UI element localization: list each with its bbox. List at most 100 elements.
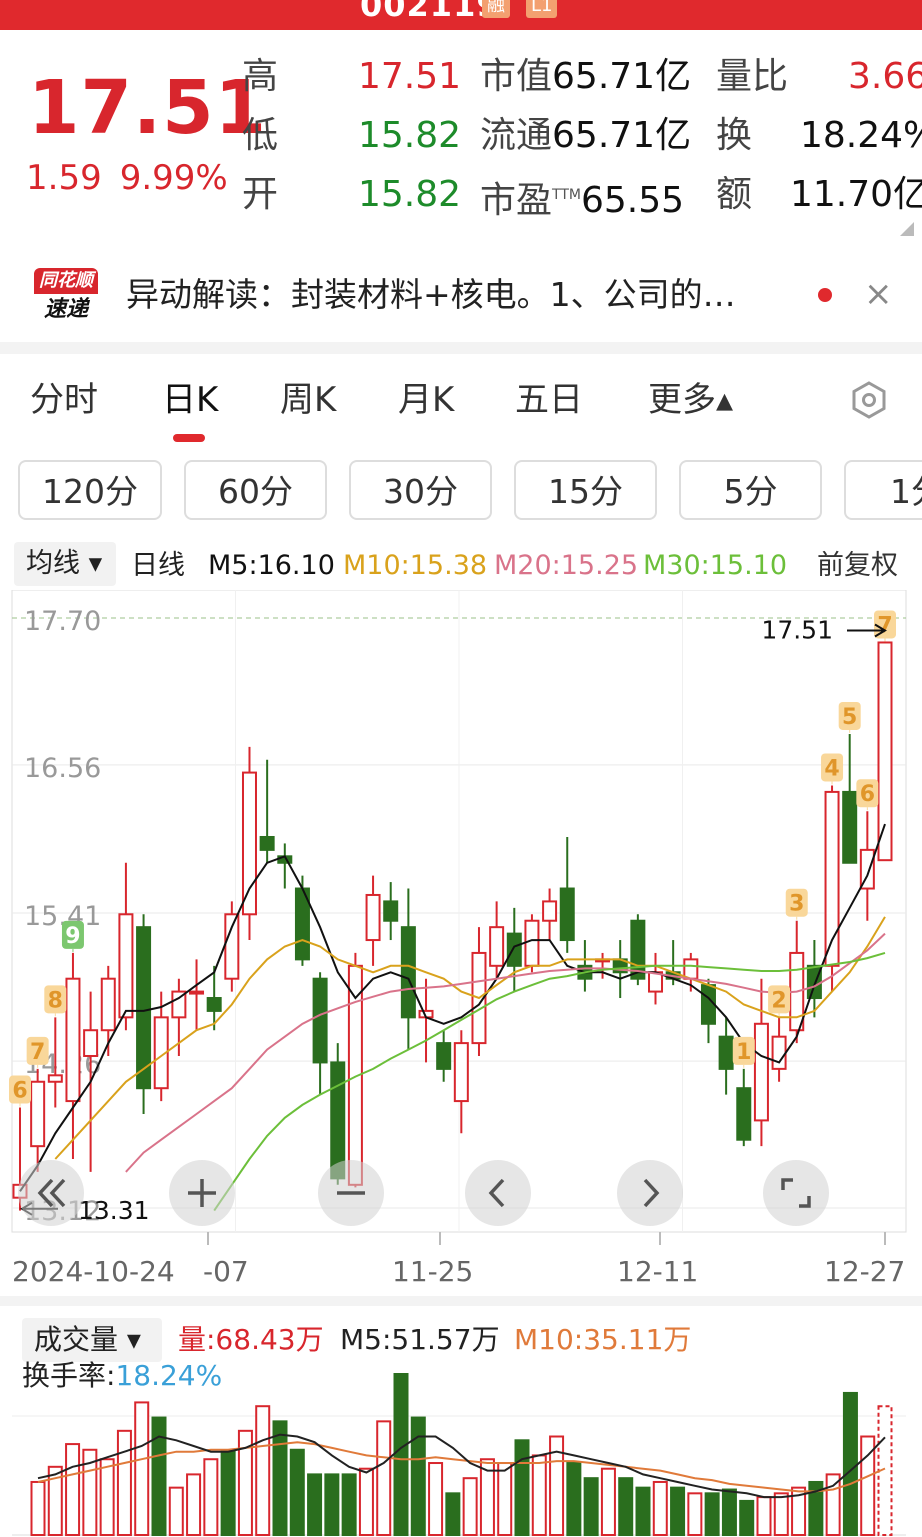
volume-bar [583, 1477, 599, 1536]
fullscreen-button[interactable] [763, 1160, 829, 1226]
candle [436, 1042, 452, 1070]
chevron-left-icon [488, 1178, 505, 1208]
period-60min[interactable]: 60分 [184, 460, 327, 520]
candle [259, 835, 275, 851]
event-marker-label: 4 [824, 756, 839, 781]
fullscreen-icon [781, 1178, 811, 1208]
tab-monthly-k[interactable]: 月K [398, 376, 454, 424]
ma-selector[interactable]: 均线 ▾ [14, 542, 116, 586]
ma5-value: M5:16.10 [208, 550, 335, 581]
volume-bar [65, 1443, 81, 1536]
scroll-left-button[interactable] [465, 1160, 531, 1226]
tab-weekly-k[interactable]: 周K [280, 376, 336, 424]
candle [65, 977, 81, 1103]
news-headline[interactable]: 异动解读：封装材料+核电。1、公司的… [126, 272, 736, 318]
ma-line-m20 [125, 932, 886, 1173]
volume-bar [704, 1492, 720, 1536]
price-change: 1.59 9.99% [26, 158, 246, 198]
event-marker-label: 1 [736, 1040, 751, 1065]
settings-hexagon-icon[interactable] [850, 381, 888, 419]
tab-intraday[interactable]: 分时 [30, 376, 98, 424]
volume-bar [497, 1462, 513, 1536]
candle [100, 977, 116, 1032]
open-value: 15.82 [358, 174, 462, 215]
period-label: 日线 [131, 550, 185, 581]
candlestick-chart[interactable]: 17.7016.5615.4114.2613.126789123456717.5… [0, 590, 922, 1245]
max-price-label: 17.51 [761, 615, 833, 644]
plus-icon [188, 1179, 216, 1207]
max-arrow-icon [847, 623, 887, 638]
period-30min[interactable]: 30分 [349, 460, 492, 520]
candle [136, 926, 152, 1090]
zoom-in-button[interactable] [169, 1160, 235, 1226]
volume-bar [618, 1477, 634, 1536]
period-15min[interactable]: 15分 [514, 460, 657, 520]
amount-value: 11.70亿 [790, 174, 922, 215]
volume-bar [116, 1429, 132, 1536]
period-120min[interactable]: 120分 [18, 460, 162, 520]
active-tab-indicator [173, 434, 205, 442]
news-logo: 同花顺 速递 [34, 268, 98, 326]
period-1min[interactable]: 1分 [844, 460, 922, 520]
minus-icon [337, 1191, 365, 1195]
adjust-mode[interactable]: 前复权 [817, 542, 898, 590]
event-marker-label: 6 [12, 1079, 27, 1104]
y-tick-label: 16.56 [24, 753, 101, 784]
open-label: 开 [242, 174, 279, 215]
candle [224, 913, 240, 980]
tab-more[interactable]: 更多▴ [648, 376, 733, 424]
volume-bar [186, 1473, 202, 1536]
candle [877, 641, 893, 862]
candle [365, 893, 381, 942]
volume-ratio-value: 3.66 [848, 56, 922, 97]
period-5min[interactable]: 5分 [679, 460, 822, 520]
zoom-out-button[interactable] [318, 1160, 384, 1226]
volume-bar [220, 1450, 236, 1537]
tab-five-day[interactable]: 五日 [515, 376, 583, 424]
market-cap-value: 65.71亿 [552, 56, 692, 97]
date-label-4: 12-11 [617, 1255, 699, 1288]
event-marker-label: 7 [30, 1040, 45, 1065]
candle [30, 1080, 46, 1148]
date-label-2: -07 [203, 1255, 249, 1288]
news-logo-top: 同花顺 [34, 268, 98, 294]
scroll-right-button[interactable] [617, 1160, 683, 1226]
volume-bar [756, 1496, 772, 1536]
volume-bar [151, 1416, 167, 1536]
min-price-label: 13.31 [78, 1196, 150, 1225]
double-chevron-left-icon [37, 1178, 66, 1208]
float-cap: 流通65.71亿 [480, 114, 691, 158]
title-bar: 002119 融 L1 [0, 0, 922, 30]
news-logo-bottom: 速递 [43, 297, 88, 322]
volume-bar [168, 1486, 184, 1537]
volume-bar [99, 1458, 115, 1536]
volume-bar [687, 1492, 703, 1536]
volume-chart[interactable] [0, 1306, 922, 1537]
volume-bar [393, 1373, 409, 1536]
volume-bar [30, 1480, 46, 1536]
event-marker-label: 3 [789, 892, 804, 917]
volume-bar [358, 1467, 374, 1537]
volume-bar [376, 1420, 392, 1536]
tab-daily-k[interactable]: 日K [162, 376, 218, 424]
volume-bar [652, 1480, 668, 1536]
rewind-button[interactable] [18, 1160, 84, 1226]
volume-bar [410, 1416, 426, 1536]
level-tag: L1 [526, 0, 558, 18]
candle [736, 1087, 752, 1141]
volume-bar [324, 1473, 340, 1536]
date-label-end: 12-27 [824, 1255, 906, 1288]
close-icon[interactable]: × [864, 272, 893, 316]
volume-bar [255, 1405, 271, 1536]
pe-value: 65.55 [580, 180, 685, 221]
expand-corner-icon[interactable] [900, 222, 914, 236]
volume-bar [635, 1486, 651, 1537]
date-label-start: 2024-10-24 [12, 1255, 175, 1288]
candle [312, 977, 328, 1064]
volume-bar [462, 1477, 478, 1536]
volume-bar [825, 1473, 841, 1536]
volume-ratio-label: 量比 [716, 56, 789, 97]
volume-bar [670, 1486, 686, 1537]
ma30-value: M30:15.10 [643, 550, 788, 581]
float-cap-label: 流通 [480, 115, 553, 156]
